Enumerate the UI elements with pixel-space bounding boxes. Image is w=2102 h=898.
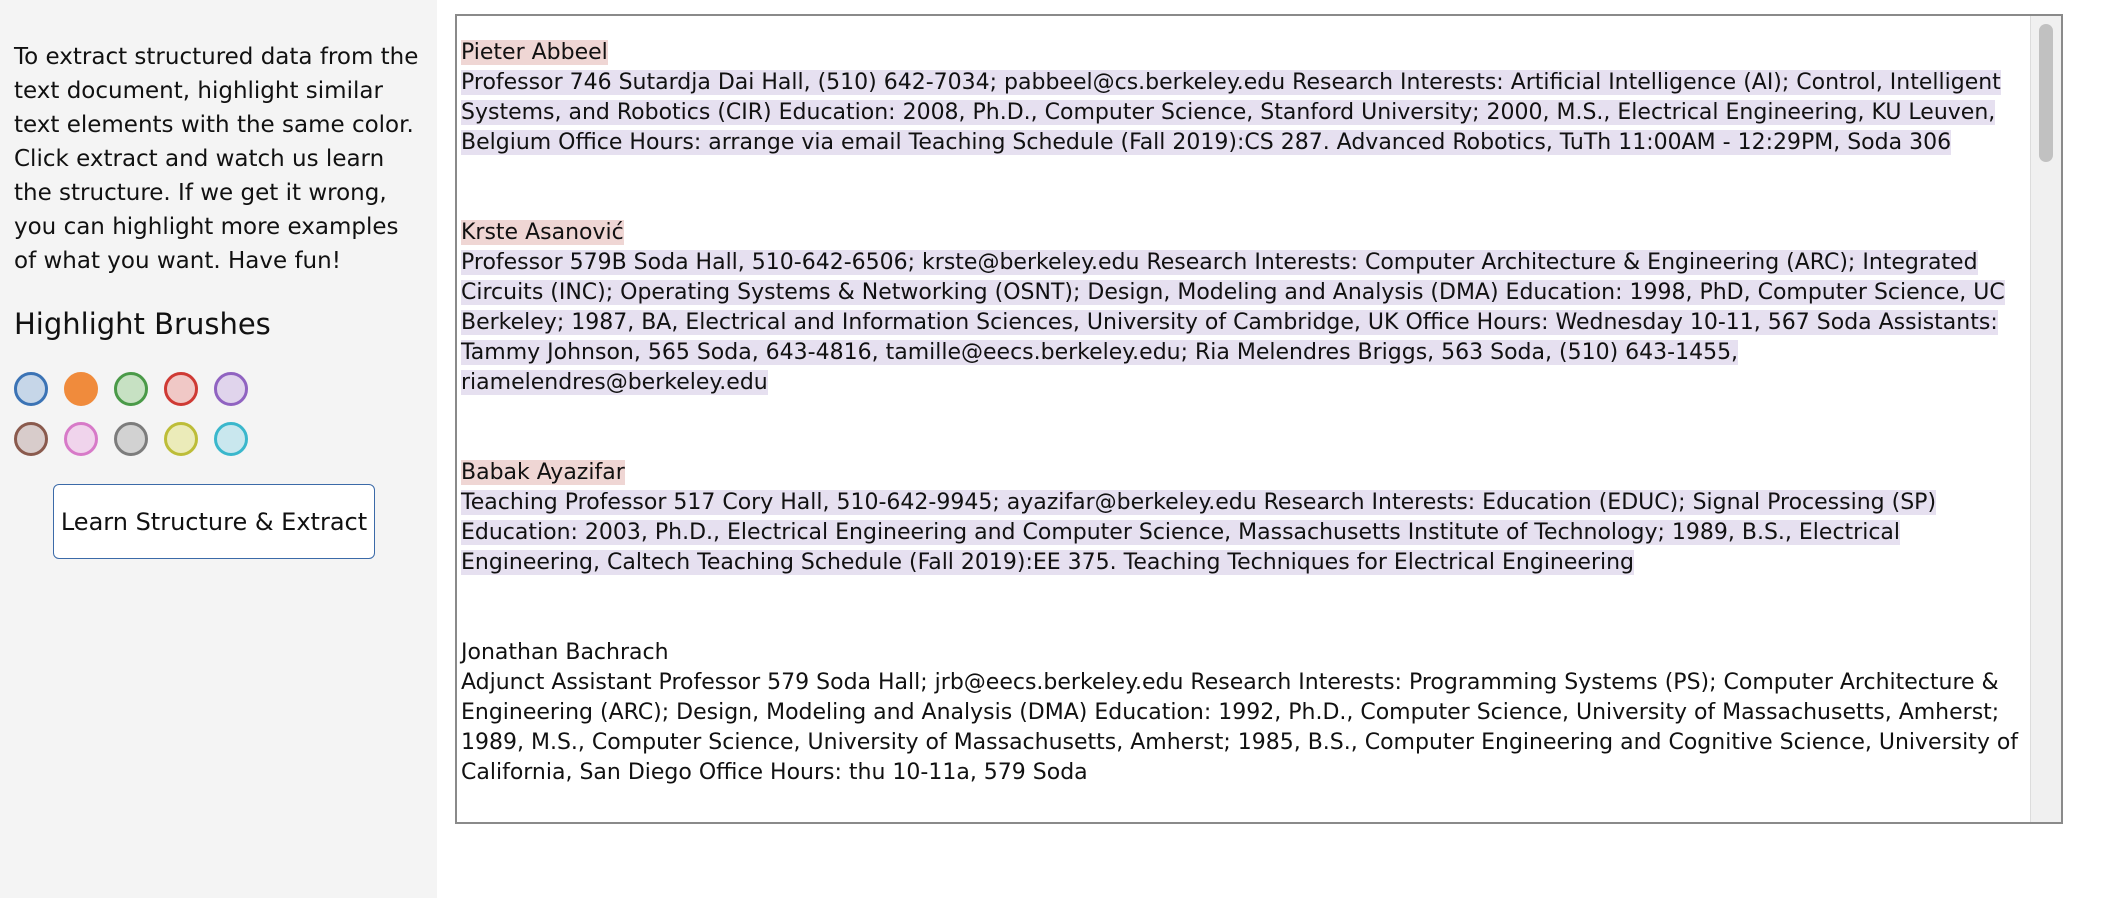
entry-name[interactable]: Jonathan Bachrach	[461, 638, 2041, 668]
entry-name-text[interactable]: Krste Asanović	[461, 220, 624, 245]
brush-olive[interactable]	[164, 422, 198, 456]
entry-details[interactable]: Teaching Professor 517 Cory Hall, 510-64…	[461, 488, 2041, 578]
entry-name-text[interactable]: Babak Ayazifar	[461, 460, 625, 485]
brush-green[interactable]	[114, 372, 148, 406]
sidebar: To extract structured data from the text…	[0, 0, 437, 898]
brush-orange[interactable]	[64, 372, 98, 406]
brush-cyan[interactable]	[214, 422, 248, 456]
entry-details[interactable]: Professor 579B Soda Hall, 510-642-6506; …	[461, 248, 2041, 398]
entry-name[interactable]: Krste Asanović	[461, 218, 2041, 248]
entry-details-text[interactable]: Professor 579B Soda Hall, 510-642-6506; …	[461, 250, 2005, 395]
brush-blue[interactable]	[14, 372, 48, 406]
brush-red[interactable]	[164, 372, 198, 406]
vertical-scrollbar[interactable]	[2030, 16, 2061, 822]
scrollbar-thumb[interactable]	[2039, 24, 2053, 162]
entry-name[interactable]: Babak Ayazifar	[461, 458, 2041, 488]
entry-name[interactable]: Pieter Abbeel	[461, 38, 2041, 68]
entry-name-text[interactable]: Pieter Abbeel	[461, 40, 608, 65]
learn-structure-extract-button[interactable]: Learn Structure & Extract	[53, 484, 375, 559]
document-viewer[interactable]: Pieter Abbeel Professor 746 Sutardja Dai …	[455, 14, 2063, 824]
entry-details[interactable]: Professor 746 Sutardja Dai Hall, (510) 6…	[461, 68, 2041, 158]
entry-details-text[interactable]: Teaching Professor 517 Cory Hall, 510-64…	[461, 490, 1937, 575]
entry-name-text[interactable]: Jonathan Bachrach	[461, 640, 669, 665]
brush-pink[interactable]	[64, 422, 98, 456]
brush-brown[interactable]	[14, 422, 48, 456]
document-text[interactable]: Pieter Abbeel Professor 746 Sutardja Dai …	[461, 22, 2041, 822]
entry-details[interactable]: Adjunct Assistant Professor 579 Soda Hal…	[461, 668, 2041, 788]
instructions-text: To extract structured data from the text…	[14, 44, 419, 274]
highlight-brushes-heading: Highlight Brushes	[14, 307, 271, 341]
entry-details-text[interactable]: Adjunct Assistant Professor 579 Soda Hal…	[461, 670, 2018, 785]
brush-purple[interactable]	[214, 372, 248, 406]
brush-gray[interactable]	[114, 422, 148, 456]
entry-details-text[interactable]: Professor 746 Sutardja Dai Hall, (510) 6…	[461, 70, 2001, 155]
